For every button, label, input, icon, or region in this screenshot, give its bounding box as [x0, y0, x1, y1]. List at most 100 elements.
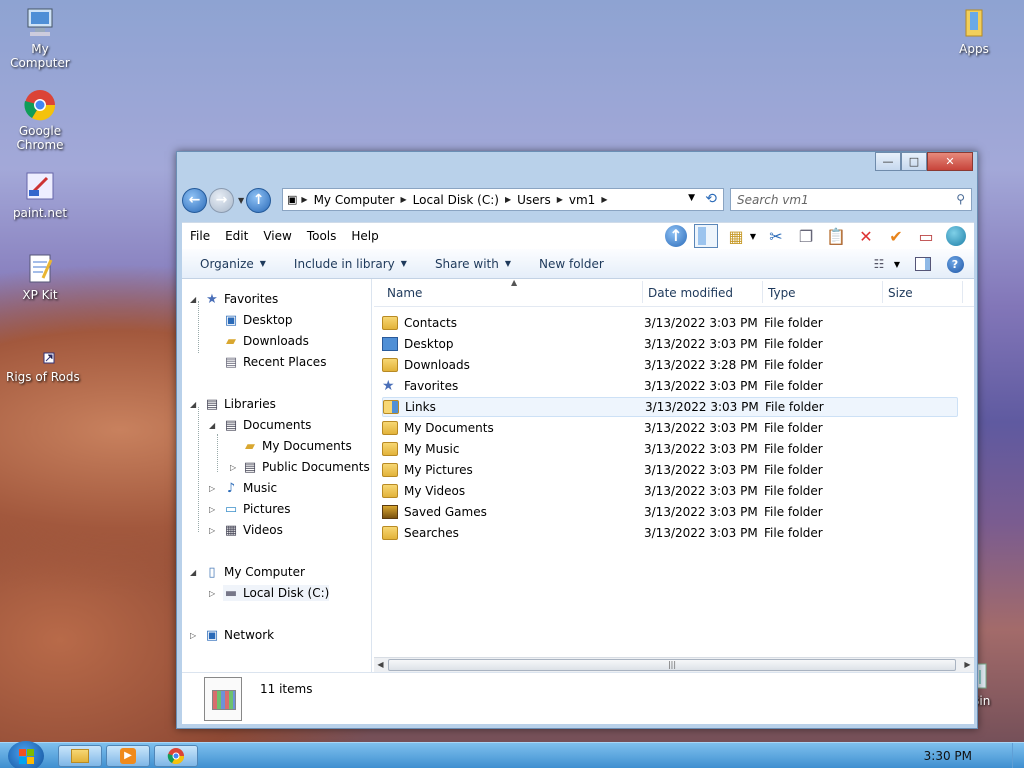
- copy-icon[interactable]: ❐: [794, 224, 818, 248]
- nav-public-documents[interactable]: ▷ ▤ Public Documents: [230, 459, 370, 475]
- nav-videos[interactable]: ▷ ▦ Videos: [209, 522, 283, 538]
- taskbar-clock[interactable]: 3:30 PM: [924, 749, 972, 763]
- nav-desktop[interactable]: ▣ Desktop: [223, 312, 293, 328]
- expand-arrow-icon[interactable]: ▷: [190, 631, 196, 640]
- table-row[interactable]: Saved Games 3/13/2022 3:03 PM File folde…: [382, 502, 958, 522]
- nav-recent-places[interactable]: ▤ Recent Places: [223, 354, 327, 370]
- column-header-size[interactable]: Size: [888, 286, 913, 300]
- start-button[interactable]: [8, 741, 44, 768]
- nav-local-disk[interactable]: ▷ ▬ Local Disk (C:): [209, 585, 330, 601]
- views-dropdown-icon[interactable]: ▼: [748, 224, 758, 248]
- table-row[interactable]: My Music 3/13/2022 3:03 PM File folder: [382, 439, 958, 459]
- horizontal-scrollbar[interactable]: ◀ ||| ▶: [374, 657, 974, 672]
- taskbar-chrome-button[interactable]: [154, 745, 198, 767]
- search-icon[interactable]: ⚲: [956, 192, 965, 206]
- table-row[interactable]: My Pictures 3/13/2022 3:03 PM File folde…: [382, 460, 958, 480]
- refresh-icon[interactable]: ⟲: [705, 191, 717, 207]
- minimize-button[interactable]: —: [875, 152, 901, 171]
- menu-file[interactable]: File: [190, 229, 210, 243]
- table-row[interactable]: ★ Favorites 3/13/2022 3:03 PM File folder: [382, 376, 958, 396]
- nav-network[interactable]: ▷ ▣ Network: [190, 627, 274, 643]
- paste-icon[interactable]: 📋: [824, 224, 848, 248]
- organize-button[interactable]: Organize ▼: [200, 257, 266, 271]
- chevron-right-icon[interactable]: ▶: [401, 195, 407, 204]
- collapse-arrow-icon[interactable]: ◢: [190, 568, 196, 577]
- table-row[interactable]: My Videos 3/13/2022 3:03 PM File folder: [382, 481, 958, 501]
- chevron-right-icon[interactable]: ▶: [601, 195, 607, 204]
- table-row[interactable]: Downloads 3/13/2022 3:28 PM File folder: [382, 355, 958, 375]
- rename-icon[interactable]: ▭: [914, 224, 938, 248]
- table-row[interactable]: Links 3/13/2022 3:03 PM File folder: [382, 397, 958, 417]
- desktop-icon-my-computer[interactable]: My Computer: [0, 6, 80, 70]
- taskbar-media-player-button[interactable]: ▶: [106, 745, 150, 767]
- help-button[interactable]: ?: [944, 253, 966, 275]
- scrollbar-thumb[interactable]: |||: [388, 659, 956, 671]
- up-folder-icon[interactable]: ↑: [664, 224, 688, 248]
- table-row[interactable]: My Documents 3/13/2022 3:03 PM File fold…: [382, 418, 958, 438]
- back-button[interactable]: ←: [182, 187, 207, 213]
- share-with-button[interactable]: Share with ▼: [435, 257, 511, 271]
- forward-button[interactable]: →: [209, 187, 234, 213]
- view-dropdown-icon[interactable]: ▼: [892, 253, 902, 275]
- nav-music[interactable]: ▷ ♪ Music: [209, 480, 277, 496]
- nav-documents[interactable]: ◢ ▤ Documents: [209, 417, 311, 433]
- expand-arrow-icon[interactable]: ▷: [209, 526, 215, 535]
- show-desktop-button[interactable]: [1012, 743, 1024, 768]
- chevron-right-icon[interactable]: ▶: [301, 195, 307, 204]
- nav-pictures[interactable]: ▷ ▭ Pictures: [209, 501, 291, 517]
- nav-downloads[interactable]: ▰ Downloads: [223, 333, 309, 349]
- delete-icon[interactable]: ✕: [854, 224, 878, 248]
- search-input[interactable]: Search vm1 ⚲: [730, 188, 972, 211]
- breadcrumb-my-computer[interactable]: My Computer: [314, 193, 395, 207]
- desktop-icon-paint-net[interactable]: paint.net: [0, 170, 80, 220]
- menu-help[interactable]: Help: [351, 229, 378, 243]
- menu-view[interactable]: View: [263, 229, 291, 243]
- collapse-arrow-icon[interactable]: ◢: [209, 421, 215, 430]
- desktop-icon-google-chrome[interactable]: Google Chrome: [0, 88, 80, 152]
- table-row[interactable]: Contacts 3/13/2022 3:03 PM File folder: [382, 313, 958, 333]
- nav-my-documents[interactable]: ▰ My Documents: [242, 438, 352, 454]
- views-icon[interactable]: ▦: [724, 224, 748, 248]
- scroll-left-icon[interactable]: ◀: [374, 659, 387, 671]
- chevron-right-icon[interactable]: ▶: [505, 195, 511, 204]
- desktop-icon-rigs-of-rods[interactable]: Rigs of Rods: [0, 350, 80, 384]
- include-in-library-button[interactable]: Include in library ▼: [294, 257, 407, 271]
- nav-libraries[interactable]: ◢ ▤ Libraries: [190, 396, 276, 412]
- scroll-right-icon[interactable]: ▶: [961, 659, 974, 671]
- properties-check-icon[interactable]: ✔: [884, 224, 908, 248]
- collapse-arrow-icon[interactable]: ◢: [190, 295, 196, 304]
- expand-arrow-icon[interactable]: ▷: [209, 484, 215, 493]
- desktop-icon-apps[interactable]: Apps: [934, 6, 1014, 56]
- nav-my-computer[interactable]: ◢ ▯ My Computer: [190, 564, 305, 580]
- expand-arrow-icon[interactable]: ▷: [230, 463, 236, 472]
- folders-pane-icon[interactable]: [694, 224, 718, 248]
- chevron-right-icon[interactable]: ▶: [557, 195, 563, 204]
- cut-icon[interactable]: ✂: [764, 224, 788, 248]
- up-button[interactable]: ↑: [246, 187, 272, 213]
- column-header-date-modified[interactable]: Date modified: [648, 286, 733, 300]
- change-view-icon[interactable]: ☷: [868, 253, 890, 275]
- globe-icon[interactable]: [944, 224, 968, 248]
- menu-edit[interactable]: Edit: [225, 229, 248, 243]
- expand-arrow-icon[interactable]: ▷: [209, 505, 215, 514]
- collapse-arrow-icon[interactable]: ◢: [190, 400, 196, 409]
- expand-arrow-icon[interactable]: ▷: [209, 589, 215, 598]
- close-button[interactable]: ✕: [927, 152, 973, 171]
- table-row[interactable]: Desktop 3/13/2022 3:03 PM File folder: [382, 334, 958, 354]
- menu-tools[interactable]: Tools: [307, 229, 337, 243]
- preview-pane-icon[interactable]: [912, 253, 934, 275]
- breadcrumb-local-disk[interactable]: Local Disk (C:): [413, 193, 499, 207]
- taskbar-explorer-button[interactable]: [58, 745, 102, 767]
- new-folder-button[interactable]: New folder: [539, 257, 604, 271]
- column-header-name[interactable]: Name: [387, 286, 422, 300]
- column-header-type[interactable]: Type: [768, 286, 796, 300]
- breadcrumb-vm1[interactable]: vm1: [569, 193, 595, 207]
- breadcrumb-users[interactable]: Users: [517, 193, 551, 207]
- table-row[interactable]: Searches 3/13/2022 3:03 PM File folder: [382, 523, 958, 543]
- address-bar[interactable]: ▣ ▶ My Computer ▶ Local Disk (C:) ▶ User…: [282, 188, 724, 211]
- history-dropdown-icon[interactable]: ▼: [238, 196, 244, 205]
- nav-favorites[interactable]: ◢ ★ Favorites: [190, 291, 278, 307]
- address-dropdown-icon[interactable]: ▼: [688, 193, 695, 203]
- desktop-icon-xp-kit[interactable]: XP Kit: [0, 252, 80, 302]
- maximize-button[interactable]: □: [901, 152, 927, 171]
